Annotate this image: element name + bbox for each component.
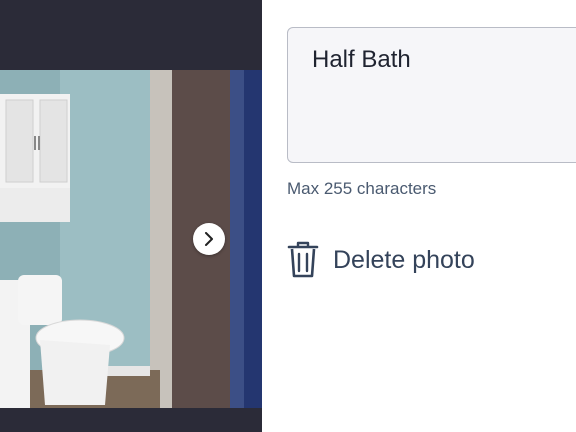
trash-icon bbox=[287, 241, 319, 278]
photo-editor-panel: Half Bath Max 255 characters Delete phot… bbox=[262, 0, 576, 432]
caption-field[interactable]: Half Bath bbox=[287, 27, 576, 163]
chevron-right-icon bbox=[205, 232, 213, 246]
next-photo-button[interactable] bbox=[193, 223, 225, 255]
delete-photo-label: Delete photo bbox=[333, 245, 475, 274]
caption-helper-text: Max 255 characters bbox=[287, 179, 437, 198]
delete-photo-button[interactable]: Delete photo bbox=[287, 240, 475, 280]
photo-viewer bbox=[0, 0, 262, 432]
caption-value: Half Bath bbox=[312, 46, 411, 73]
